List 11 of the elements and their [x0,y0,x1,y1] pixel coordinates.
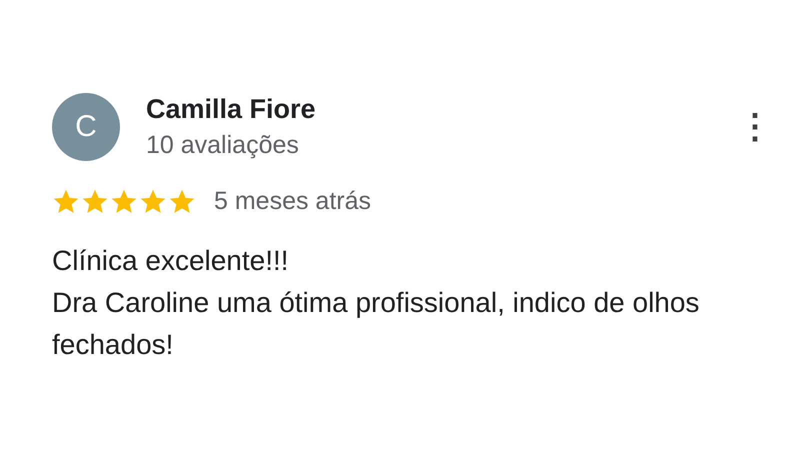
star-icon [139,188,167,216]
star-icon [52,188,80,216]
author-name: Camilla Fiore [146,94,317,124]
menu-icon[interactable]: ⋮ [738,107,772,147]
review-count: 10 avaliações [146,130,300,160]
star-icon [81,188,109,216]
avatar: C [52,93,120,161]
star-icon [110,188,138,216]
review-time: 5 meses atrás [214,187,372,216]
review-text: Clínica excelente!!! Dra Caroline uma ótima profissional, indico de olhos fechados! [52,244,700,362]
star-icon [168,188,196,216]
